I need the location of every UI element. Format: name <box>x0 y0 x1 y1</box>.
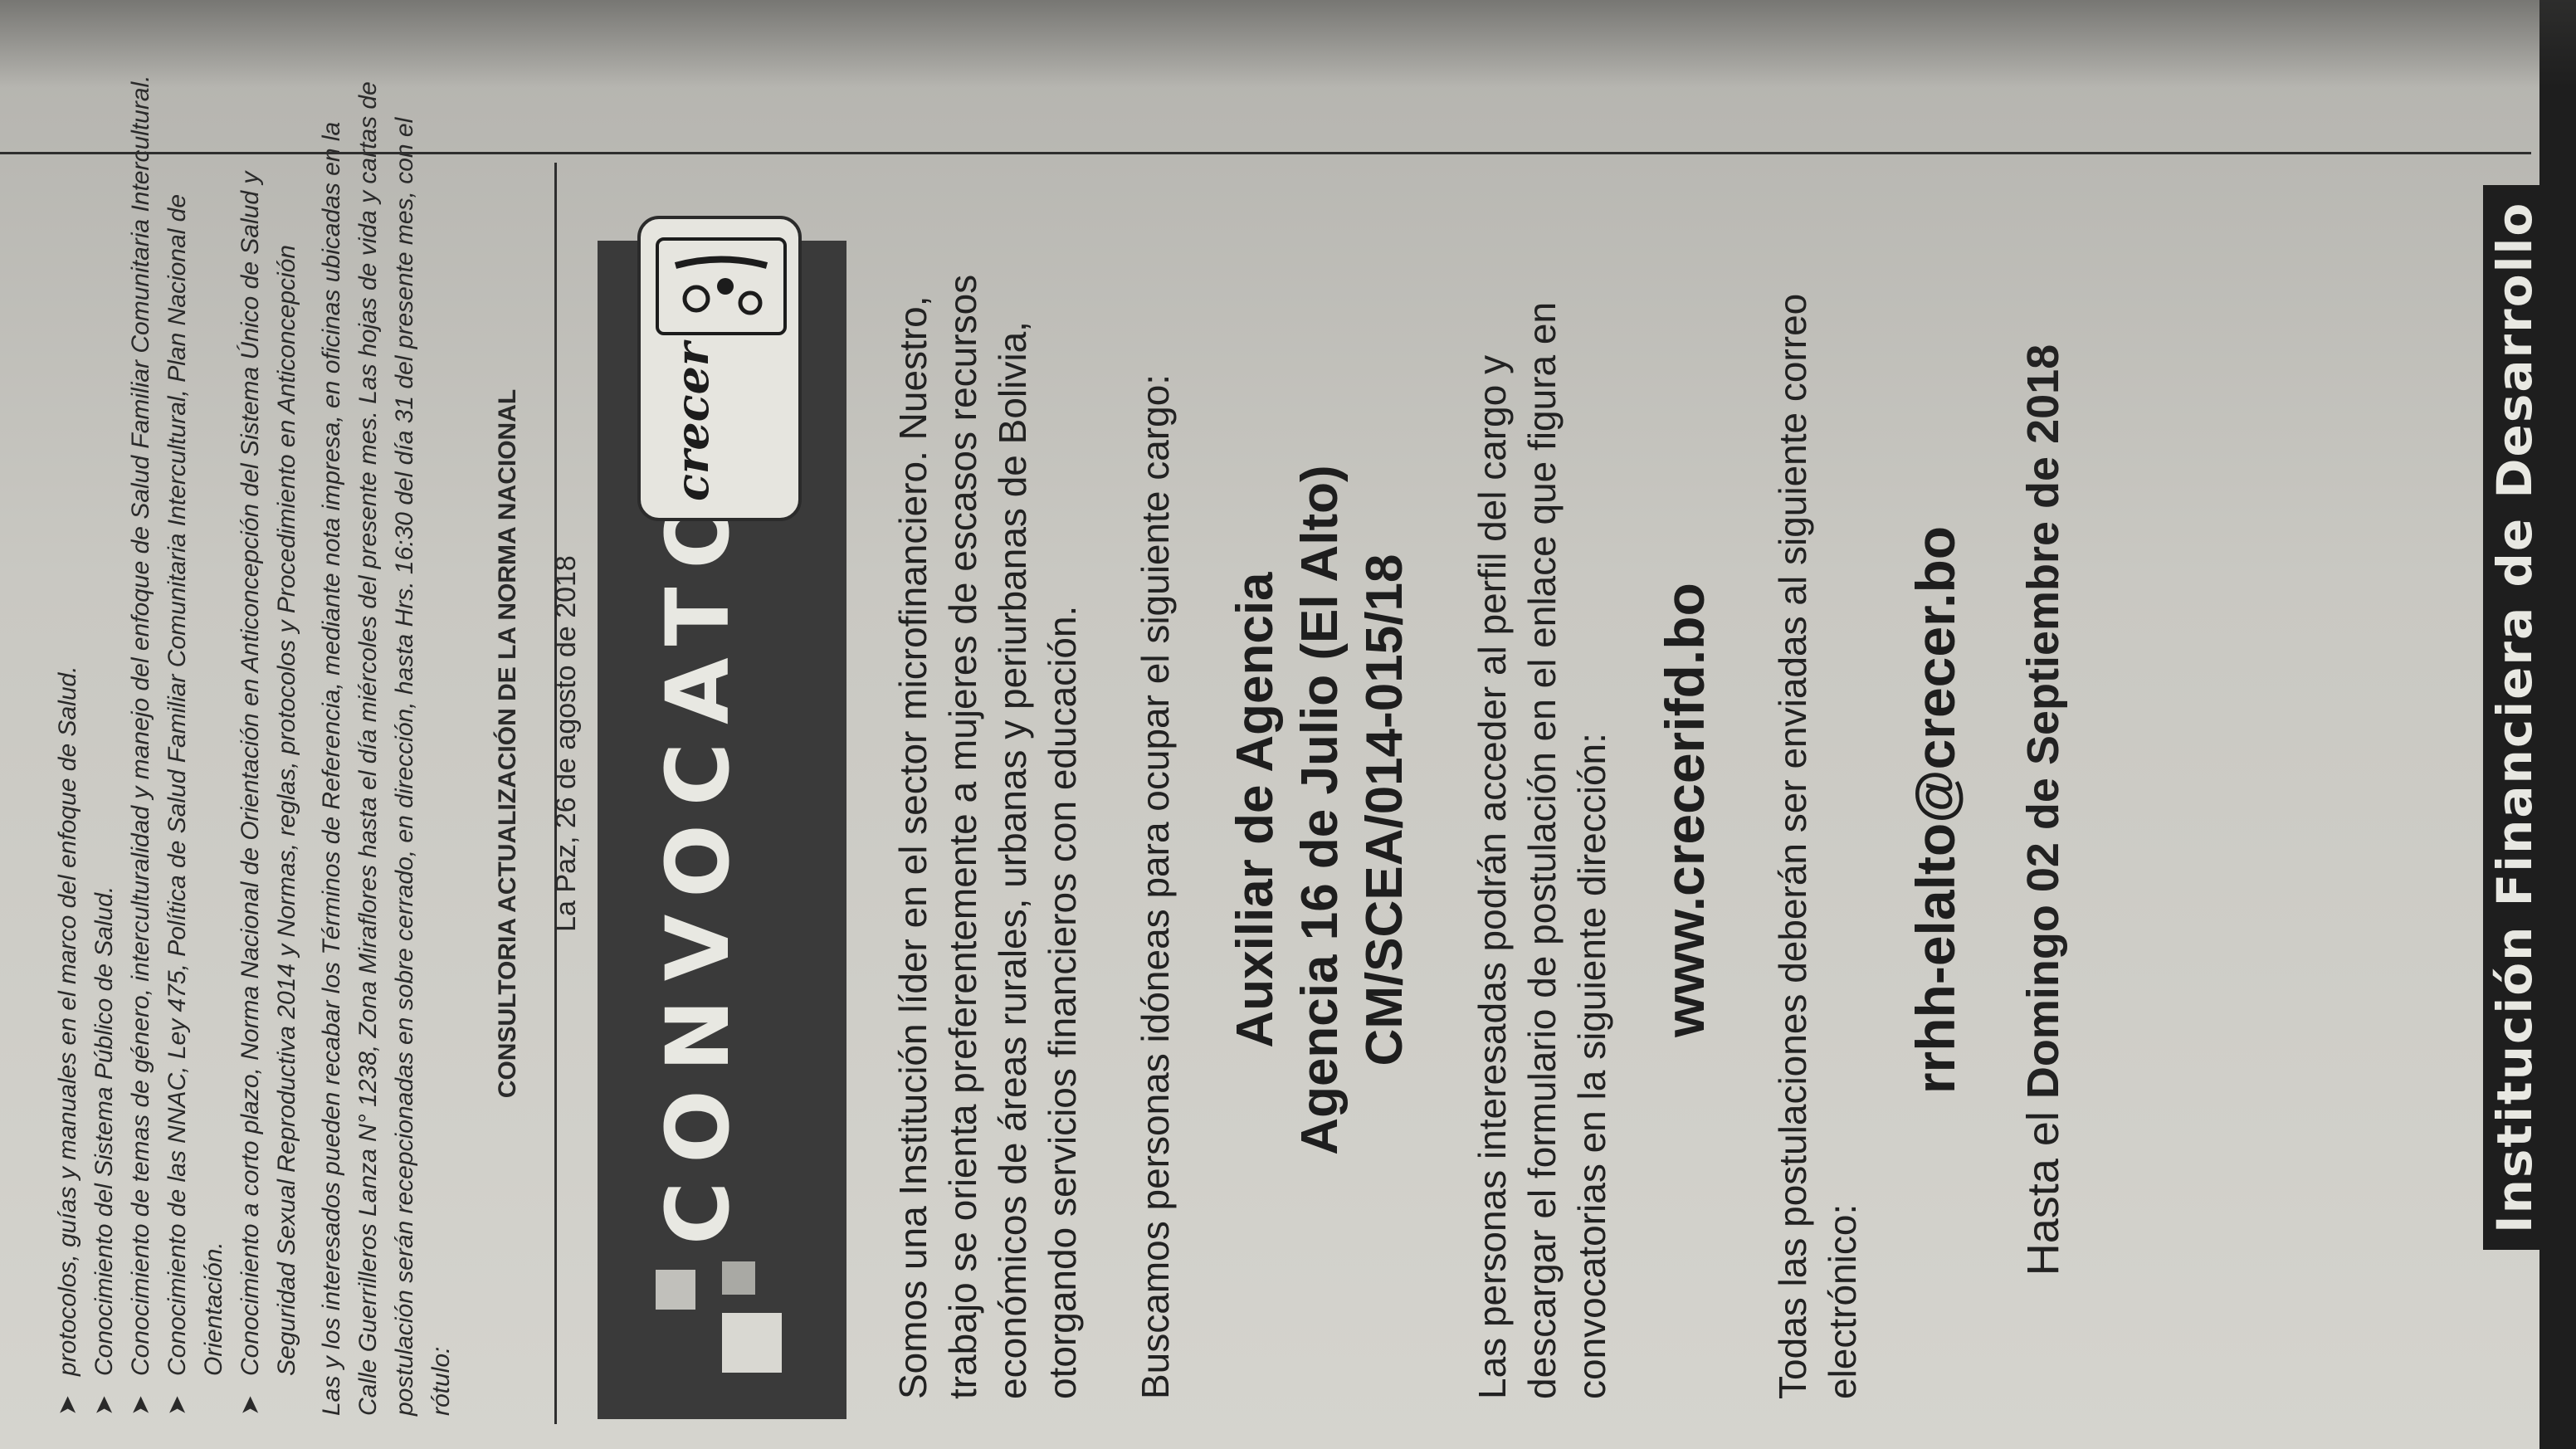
list-item: ➤ Conocimiento de temas de género, interc… <box>123 71 159 1416</box>
decor-square <box>722 1313 782 1373</box>
bullet-mark: ➤ <box>127 1394 154 1416</box>
article-paragraph: Las y los interesados pueden recabar los… <box>318 81 455 1416</box>
bullet-mark: ➤ <box>163 1394 191 1416</box>
newspaper-photo: ➤ protocolos, guías y manuales en el marc… <box>0 0 2576 1449</box>
intro-paragraph: Somos una Institución líder en el sector… <box>891 274 1084 1399</box>
logo-emblem-icon <box>656 237 787 335</box>
bullet-mark: ➤ <box>90 1394 118 1416</box>
position-title: Auxiliar de Agencia <box>1227 572 1284 1048</box>
deadline: Hasta el Domingo 02 de Septiembre de 201… <box>2018 221 2068 1399</box>
bullet-text: Conocimiento de las NNAC, Ley 475, Polít… <box>163 193 227 1376</box>
newspaper-page: ➤ protocolos, guías y manuales en el marc… <box>0 0 2576 1449</box>
send-paragraph: Todas las postulaciones deberán ser envi… <box>1771 293 1864 1399</box>
ad-header: CONVOCATORIA crecer <box>598 216 846 1419</box>
list-item: ➤ Conocimiento a corto plazo, Norma Nacio… <box>232 71 305 1416</box>
search-line: Buscamos personas idóneas para ocupar el… <box>1134 373 1177 1399</box>
bullet-mark: ➤ <box>54 1394 81 1416</box>
website-link[interactable]: www.crecerifd.bo <box>1654 221 1715 1399</box>
page-shadow <box>0 0 2576 88</box>
convocatoria-ad: CONVOCATORIA crecer Somos una Institució… <box>564 154 2539 1449</box>
bullet-text: Conocimiento a corto plazo, Norma Nacion… <box>237 171 300 1376</box>
decor-square <box>722 1261 755 1295</box>
article-rotulo: CONSULTORIA ACTUALIZACIÓN DE LA NORMA NA… <box>494 388 521 1099</box>
logo-wordmark: crecer <box>666 342 719 501</box>
flower-icon <box>674 256 768 315</box>
previous-article: ➤ protocolos, guías y manuales en el marc… <box>50 71 582 1416</box>
bullet-text: Conocimiento del Sistema Público de Salu… <box>90 886 118 1376</box>
deadline-date: Domingo 02 de Septiembre de 2018 <box>2018 344 2068 1100</box>
list-item: ➤ Conocimiento del Sistema Público de Sal… <box>86 71 123 1416</box>
deadline-prefix: Hasta el <box>2018 1111 2068 1276</box>
position-block: Auxiliar de Agencia Agencia 16 de Julio … <box>1223 221 1417 1399</box>
next-ad-title: Institución Financiera de Desarrollo <box>2483 184 2546 1250</box>
bullet-mark: ➤ <box>237 1394 264 1416</box>
position-code: CM/SCEA/014-015/18 <box>1356 554 1413 1066</box>
decor-square <box>656 1270 695 1310</box>
position-agency: Agencia 16 de Julio (El Alto) <box>1291 465 1349 1155</box>
ad-body: Somos una Institución líder en el sector… <box>888 221 2068 1399</box>
access-paragraph: Las personas interesadas podrán acceder … <box>1471 301 1613 1399</box>
bullet-text: protocolos, guías y manuales en el marco… <box>54 666 81 1376</box>
divider <box>554 163 557 1424</box>
list-item: ➤ Conocimiento de las NNAC, Ley 475, Polí… <box>159 71 232 1416</box>
bullet-text: Conocimiento de temas de género, intercu… <box>127 75 154 1376</box>
list-item: ➤ protocolos, guías y manuales en el marc… <box>50 71 86 1416</box>
crecer-logo: crecer <box>637 216 802 521</box>
email-link[interactable]: rrhh-elalto@crecer.bo <box>1905 221 1966 1399</box>
